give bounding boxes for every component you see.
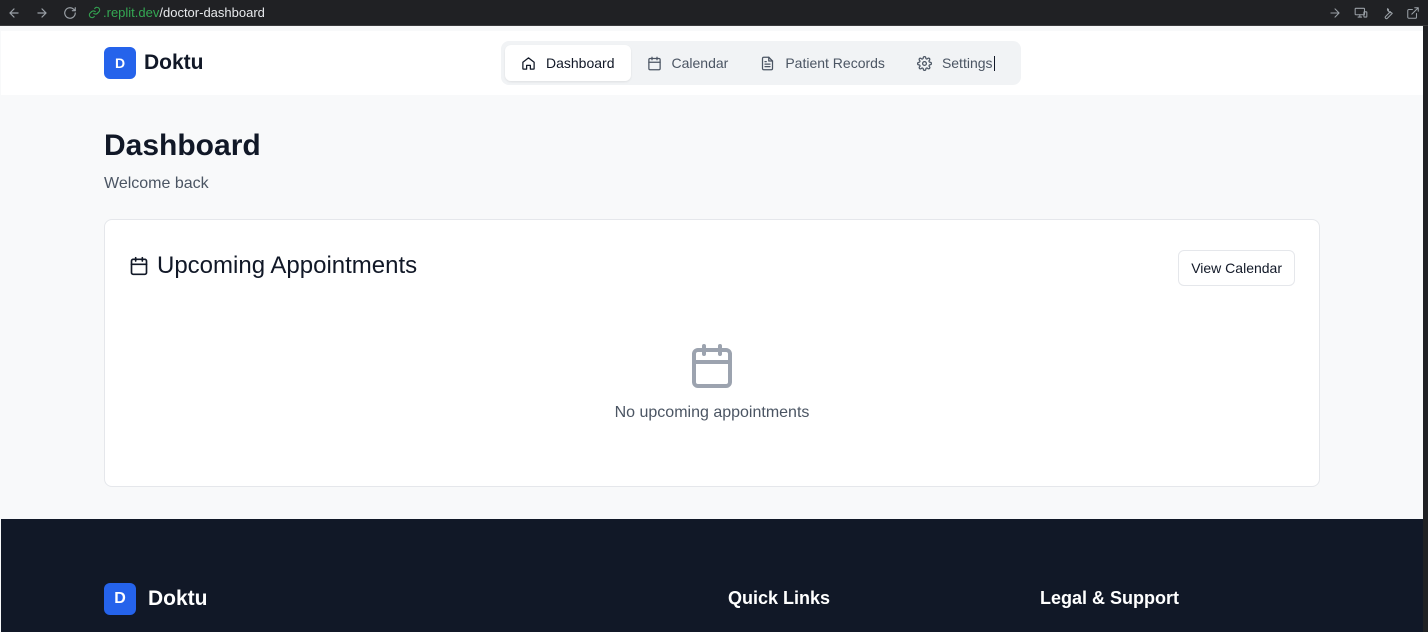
card-title: Upcoming Appointments: [129, 252, 417, 280]
page-subtitle: Welcome back: [104, 175, 209, 192]
calendar-icon: [692, 344, 732, 388]
calendar-icon: [130, 256, 148, 276]
scrollbar[interactable]: [1423, 26, 1428, 632]
address-bar[interactable]: .replit.dev/doctor-dashboard: [88, 2, 265, 24]
open-external-button[interactable]: [1402, 2, 1424, 24]
nav-calendar-label: Calendar: [671, 55, 729, 71]
forward-button[interactable]: [28, 0, 56, 26]
main-nav: Dashboard Calendar Patient Records Setti…: [501, 41, 1021, 85]
nav-settings-label: Settings: [941, 55, 993, 71]
text-cursor: [993, 55, 995, 71]
calendar-icon: [647, 56, 661, 70]
view-calendar-button[interactable]: View Calendar: [1178, 250, 1295, 286]
page-title: Dashboard: [104, 129, 261, 162]
home-icon: [522, 56, 535, 70]
reload-button[interactable]: [56, 0, 84, 26]
link-icon: [88, 6, 101, 19]
reload-icon: [64, 6, 76, 19]
devices-button[interactable]: [1350, 2, 1372, 24]
wrench-icon: [1384, 7, 1393, 19]
browser-toolbar: .replit.dev/doctor-dashboard: [0, 0, 1428, 26]
app-header: D Doktu Dashboard Calendar Patient Recor…: [1, 31, 1423, 95]
external-link-icon: [1407, 6, 1419, 19]
nav-patient-records[interactable]: Patient Records: [744, 45, 901, 81]
go-button[interactable]: [1324, 2, 1346, 24]
url-path: /doctor-dashboard: [159, 5, 265, 20]
quick-links-heading: Quick Links: [728, 588, 831, 608]
file-text-icon: [762, 56, 774, 70]
legal-support-heading: Legal & Support: [1040, 588, 1179, 608]
page-viewport: D Doktu Dashboard Calendar Patient Recor…: [1, 31, 1423, 632]
monitor-icon: [1354, 7, 1368, 18]
arrow-right-icon: [37, 7, 47, 18]
arrow-left-icon: [9, 7, 19, 18]
card-title-text: Upcoming Appointments: [157, 252, 418, 279]
back-button[interactable]: [0, 0, 28, 26]
nav-patient-records-label: Patient Records: [785, 55, 885, 71]
footer-logo: D: [104, 583, 136, 615]
logo: D: [104, 47, 136, 79]
footer-brand-name: Doktu: [148, 587, 208, 610]
devtools-button[interactable]: [1376, 2, 1398, 24]
nav-dashboard[interactable]: Dashboard: [505, 45, 631, 81]
nav-calendar[interactable]: Calendar: [631, 45, 745, 81]
footer: D Doktu Quick Links Legal & Support: [1, 519, 1423, 632]
url-host: .replit.dev: [103, 5, 160, 20]
empty-state-text: No upcoming appointments: [614, 404, 810, 421]
gear-icon: [916, 55, 932, 71]
upcoming-appointments-card: Upcoming Appointments View Calendar No u…: [104, 219, 1320, 487]
brand[interactable]: D Doktu: [104, 47, 204, 79]
empty-state: No upcoming appointments: [105, 342, 1319, 422]
brand-name: Doktu: [144, 51, 204, 74]
nav-dashboard-label: Dashboard: [546, 55, 615, 71]
arrow-right-icon: [1330, 7, 1340, 18]
nav-settings[interactable]: Settings: [901, 45, 1011, 81]
footer-brand[interactable]: D Doktu: [104, 583, 208, 615]
